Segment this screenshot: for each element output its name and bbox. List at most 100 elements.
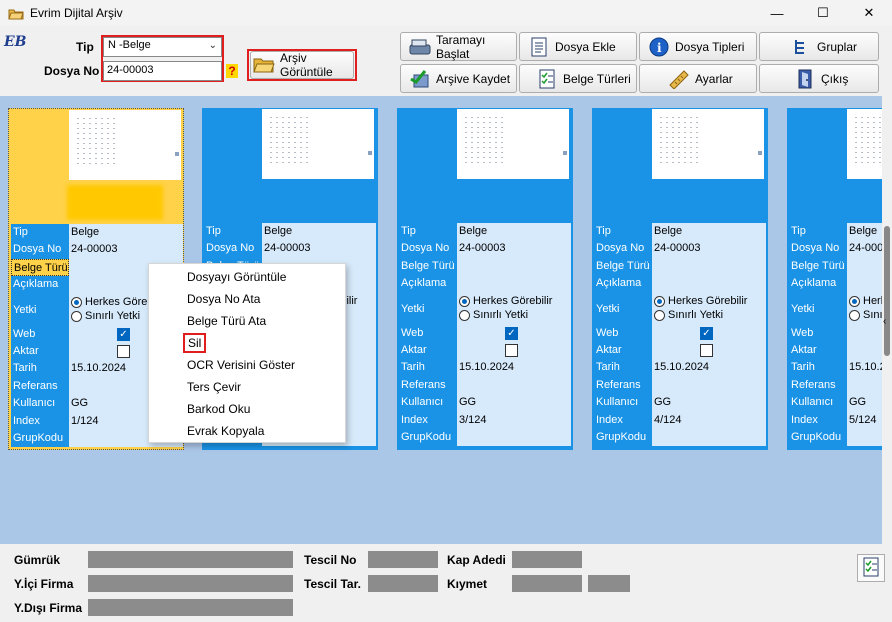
tarih-value[interactable]: 15.10.2024 xyxy=(457,359,571,377)
field-label: Index xyxy=(789,411,847,429)
web-checkbox[interactable]: ✓ xyxy=(505,326,518,340)
aciklama-value[interactable] xyxy=(457,275,571,293)
tarama-label: Taramayı Başlat xyxy=(436,32,486,61)
field-label: Yetki xyxy=(594,292,652,325)
field-label: Yetki xyxy=(789,292,847,325)
tip-value[interactable]: Belge xyxy=(69,224,183,242)
radio-herkes[interactable]: Herkes Görebilir xyxy=(459,295,571,308)
menu-item-ters-cevir[interactable]: Ters Çevir xyxy=(149,376,345,398)
radio-label: Sınırlı Yetki xyxy=(85,310,141,323)
currency-field[interactable] xyxy=(588,575,630,592)
tarih-value[interactable]: 15.10.2024 xyxy=(652,359,766,377)
menu-item-sil-label: Sil xyxy=(183,333,207,353)
document-thumbnail[interactable] xyxy=(457,109,569,179)
checklist-button[interactable] xyxy=(857,554,885,582)
scrollbar-thumb[interactable] xyxy=(884,226,890,356)
gumruk-field[interactable] xyxy=(88,551,293,568)
document-thumbnail[interactable] xyxy=(262,109,374,179)
grupkodu-value[interactable] xyxy=(652,428,766,447)
field-label: Tip xyxy=(204,223,262,241)
referans-value[interactable] xyxy=(652,376,766,395)
menu-item-barkod-oku[interactable]: Barkod Oku xyxy=(149,398,345,420)
belge-turleri-button[interactable]: Belge Türleri xyxy=(519,64,637,93)
tip-value[interactable]: Belge xyxy=(262,223,376,241)
yici-firma-field[interactable] xyxy=(88,575,293,592)
belge-turu-value[interactable] xyxy=(652,257,766,276)
document-card[interactable]: TipBelge Dosya No24-00003 Belge Türü Açı… xyxy=(787,108,892,450)
dosya-tipleri-button[interactable]: i Dosya Tipleri xyxy=(639,32,757,61)
close-button[interactable]: ✕ xyxy=(846,0,892,26)
field-label: Kullanıcı xyxy=(11,395,69,413)
doc-types-icon xyxy=(536,68,558,90)
field-label: Aktar xyxy=(594,341,652,360)
tip-label: Tip xyxy=(76,40,94,54)
web-checkbox[interactable]: ✓ xyxy=(700,326,713,340)
dosya-no-value[interactable]: 24-00003 xyxy=(69,241,183,259)
aktar-checkbox[interactable] xyxy=(117,344,130,358)
radio-label: Herkes Görebilir xyxy=(668,295,748,308)
vertical-scrollbar[interactable]: ‹ xyxy=(882,96,892,544)
radio-sinirli[interactable]: Sınırlı Yetki xyxy=(654,309,766,322)
tip-value[interactable]: Belge xyxy=(457,223,571,241)
ayarlar-button[interactable]: Ayarlar xyxy=(639,64,757,93)
belge-turu-value[interactable] xyxy=(457,257,571,276)
menu-item-belge-turu-ata[interactable]: Belge Türü Ata xyxy=(149,310,345,332)
arsiv-goruntule-button[interactable]: Arşiv Görüntüle xyxy=(250,51,354,79)
kullanici-value[interactable]: GG xyxy=(652,394,766,412)
tarama-baslat-button[interactable]: Taramayı Başlat xyxy=(400,32,517,61)
dosya-no-value[interactable]: 24-00003 xyxy=(262,240,376,258)
field-label: Tarih xyxy=(11,360,69,378)
dosya-ekle-button[interactable]: Dosya Ekle xyxy=(519,32,637,61)
web-checkbox[interactable]: ✓ xyxy=(117,327,130,341)
aktar-checkbox[interactable] xyxy=(700,343,713,357)
tip-select[interactable]: N -Belge ⌄ xyxy=(103,37,222,57)
menu-item-dosya-no-ata[interactable]: Dosya No Ata xyxy=(149,288,345,310)
index-value[interactable]: 3/124 xyxy=(457,411,571,429)
index-value[interactable]: 4/124 xyxy=(652,411,766,429)
help-icon[interactable]: ? xyxy=(226,64,238,78)
grupkodu-value[interactable] xyxy=(457,428,571,447)
dosya-no-value[interactable]: 24-00003 xyxy=(457,240,571,258)
tescil-no-field[interactable] xyxy=(368,551,438,568)
cikis-button[interactable]: Çıkış xyxy=(759,64,879,93)
radio-off-icon xyxy=(654,310,665,322)
chevron-down-icon: ⌄ xyxy=(208,40,217,51)
field-label: GrupKodu xyxy=(789,428,847,447)
arsiv-goruntule-label: Arşiv Görüntüle xyxy=(280,51,333,79)
field-label: GrupKodu xyxy=(594,428,652,447)
radio-label: Herkes Görebilir xyxy=(473,295,553,308)
document-card[interactable]: TipBelge Dosya No24-00003 Belge Türü Açı… xyxy=(592,108,768,450)
gruplar-button[interactable]: Gruplar xyxy=(759,32,879,61)
dosya-no-field[interactable]: 24-00003 xyxy=(103,61,222,81)
field-label: Yetki xyxy=(399,292,457,325)
menu-item-sil[interactable]: Sil xyxy=(149,332,345,354)
menu-item-ocr[interactable]: OCR Verisini Göster xyxy=(149,354,345,376)
radio-herkes[interactable]: Herkes Görebilir xyxy=(654,295,766,308)
document-thumbnail[interactable] xyxy=(69,110,181,180)
kullanici-value[interactable]: GG xyxy=(457,394,571,412)
menu-item-dosyayi-goruntule[interactable]: Dosyayı Görüntüle xyxy=(149,266,345,288)
radio-label: Sınırlı Yetki xyxy=(668,309,724,322)
arsive-kaydet-button[interactable]: Arşive Kaydet xyxy=(400,64,517,93)
kiymet-field[interactable] xyxy=(512,575,582,592)
save-archive-icon xyxy=(409,68,431,90)
menu-item-evrak-kopyala[interactable]: Evrak Kopyala xyxy=(149,420,345,442)
kap-adedi-field[interactable] xyxy=(512,551,582,568)
aktar-checkbox[interactable] xyxy=(505,343,518,357)
aciklama-value[interactable] xyxy=(652,275,766,293)
field-label: Açıklama xyxy=(594,275,652,293)
tip-value[interactable]: Belge xyxy=(652,223,766,241)
radio-sinirli[interactable]: Sınırlı Yetki xyxy=(459,309,571,322)
field-label: Referans xyxy=(789,376,847,395)
kap-adedi-label: Kap Adedi xyxy=(447,553,506,567)
field-label: Aktar xyxy=(789,341,847,360)
referans-value[interactable] xyxy=(457,376,571,395)
minimize-button[interactable]: — xyxy=(754,0,800,26)
document-thumbnail[interactable] xyxy=(652,109,764,179)
maximize-button[interactable]: ☐ xyxy=(800,0,846,26)
dosya-no-value[interactable]: 24-00003 xyxy=(652,240,766,258)
ydisi-firma-field[interactable] xyxy=(88,599,293,616)
ydisi-firma-label: Y.Dışı Firma xyxy=(14,601,83,615)
document-card[interactable]: TipBelge Dosya No24-00003 Belge Türü Açı… xyxy=(397,108,573,450)
tescil-tar-field[interactable] xyxy=(368,575,438,592)
